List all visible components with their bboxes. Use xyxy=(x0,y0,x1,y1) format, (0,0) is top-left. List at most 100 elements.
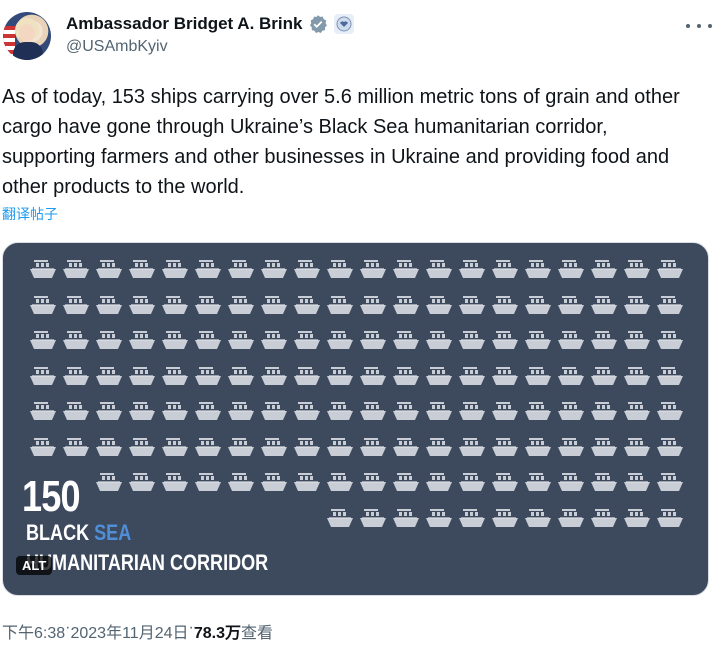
cargo-ship-icon xyxy=(127,258,157,280)
cargo-ship-icon xyxy=(391,365,421,387)
cargo-ship-icon xyxy=(490,471,520,493)
cargo-ship-icon xyxy=(622,294,652,316)
cargo-ship-icon xyxy=(391,294,421,316)
cargo-ship-icon xyxy=(127,400,157,422)
cargo-ship-icon xyxy=(127,329,157,351)
media-caption-line2: HUMANITARIAN CORRIDOR xyxy=(26,550,269,575)
cargo-ship-icon xyxy=(292,258,322,280)
cargo-ship-icon xyxy=(589,294,619,316)
cargo-ship-icon xyxy=(424,400,454,422)
cargo-ship-icon xyxy=(622,436,652,458)
cargo-ship-icon xyxy=(94,436,124,458)
cargo-ship-icon xyxy=(391,400,421,422)
author-display-name[interactable]: Ambassador Bridget A. Brink xyxy=(66,14,302,34)
cargo-ship-icon xyxy=(358,329,388,351)
cargo-ship-icon xyxy=(127,365,157,387)
author-handle[interactable]: @USAmbKyiv xyxy=(66,38,168,56)
cargo-ship-icon xyxy=(94,329,124,351)
cargo-ship-icon xyxy=(292,471,322,493)
cargo-ship-icon xyxy=(391,507,421,529)
cargo-ship-icon xyxy=(292,436,322,458)
cargo-ship-icon xyxy=(28,365,58,387)
tweet-header: Ambassador Bridget A. Brink @USAmbKyiv xyxy=(0,8,726,64)
cargo-ship-icon xyxy=(292,294,322,316)
cargo-ship-icon xyxy=(424,329,454,351)
cargo-ship-icon xyxy=(259,329,289,351)
cargo-ship-icon xyxy=(94,400,124,422)
cargo-ship-icon xyxy=(160,329,190,351)
cargo-ship-icon xyxy=(589,365,619,387)
cargo-ship-icon xyxy=(523,365,553,387)
cargo-ship-icon xyxy=(94,258,124,280)
cargo-ship-icon xyxy=(589,471,619,493)
cargo-ship-icon xyxy=(457,365,487,387)
tweet-time[interactable]: 下午6:38 xyxy=(2,619,65,643)
cargo-ship-icon xyxy=(292,400,322,422)
cargo-ship-icon xyxy=(655,436,685,458)
cargo-ship-icon xyxy=(391,258,421,280)
author-avatar[interactable] xyxy=(3,12,51,60)
cargo-ship-icon xyxy=(655,329,685,351)
cargo-ship-icon xyxy=(226,436,256,458)
cargo-ship-icon xyxy=(490,400,520,422)
cargo-ship-icon xyxy=(160,400,190,422)
more-options-icon[interactable] xyxy=(686,16,712,36)
cargo-ship-icon xyxy=(325,471,355,493)
cargo-ship-icon xyxy=(358,294,388,316)
translate-post-link[interactable]: 翻译帖子 xyxy=(2,204,58,224)
cargo-ship-icon xyxy=(292,329,322,351)
cargo-ship-icon xyxy=(589,400,619,422)
cargo-ship-icon xyxy=(655,294,685,316)
cargo-ship-icon xyxy=(127,436,157,458)
cargo-ship-icon xyxy=(160,365,190,387)
tweet-date[interactable]: 2023年11月24日 xyxy=(70,619,188,643)
cargo-ship-icon xyxy=(589,507,619,529)
cargo-ship-icon xyxy=(457,471,487,493)
cargo-ship-icon xyxy=(424,471,454,493)
cargo-ship-icon xyxy=(160,294,190,316)
cargo-ship-icon xyxy=(556,400,586,422)
cargo-ship-icon xyxy=(556,365,586,387)
cargo-ship-icon xyxy=(523,471,553,493)
cargo-ship-icon xyxy=(193,258,223,280)
cargo-ship-icon xyxy=(358,436,388,458)
cargo-ship-icon xyxy=(325,400,355,422)
cargo-ship-icon xyxy=(556,329,586,351)
cargo-ship-icon xyxy=(94,294,124,316)
cargo-ship-icon xyxy=(655,400,685,422)
cargo-ship-icon xyxy=(589,258,619,280)
cargo-ship-icon xyxy=(61,294,91,316)
cargo-ship-icon xyxy=(457,400,487,422)
cargo-ship-icon xyxy=(193,471,223,493)
cargo-ship-icon xyxy=(226,471,256,493)
cargo-ship-icon xyxy=(556,436,586,458)
cargo-ship-icon xyxy=(61,365,91,387)
cargo-ship-icon xyxy=(292,365,322,387)
cargo-ship-icon xyxy=(424,365,454,387)
cargo-ship-icon xyxy=(457,258,487,280)
cargo-ship-icon xyxy=(127,471,157,493)
cargo-ship-icon xyxy=(160,258,190,280)
cargo-ship-icon xyxy=(490,258,520,280)
cargo-ship-icon xyxy=(589,329,619,351)
cargo-ship-icon xyxy=(391,329,421,351)
ship-count-number: 150 xyxy=(22,472,81,521)
views-count: 78.3万 xyxy=(193,625,241,642)
cargo-ship-icon xyxy=(655,365,685,387)
cargo-ship-icon xyxy=(226,258,256,280)
cargo-ship-icon xyxy=(490,507,520,529)
cargo-ship-icon xyxy=(94,365,124,387)
tweet-text: As of today, 153 ships carrying over 5.6… xyxy=(2,86,686,198)
alt-text-badge[interactable]: ALT xyxy=(16,556,53,575)
cargo-ship-icon xyxy=(259,365,289,387)
cargo-ship-icon xyxy=(127,294,157,316)
more-dot-icon xyxy=(697,24,701,28)
cargo-ship-icon xyxy=(523,294,553,316)
verified-badge-icon[interactable] xyxy=(308,14,328,34)
cargo-ship-icon xyxy=(490,365,520,387)
cargo-ship-icon xyxy=(622,400,652,422)
cargo-ship-icon xyxy=(325,294,355,316)
us-state-department-seal-icon[interactable] xyxy=(334,14,355,34)
cargo-ship-icon xyxy=(655,507,685,529)
cargo-ship-icon xyxy=(193,329,223,351)
